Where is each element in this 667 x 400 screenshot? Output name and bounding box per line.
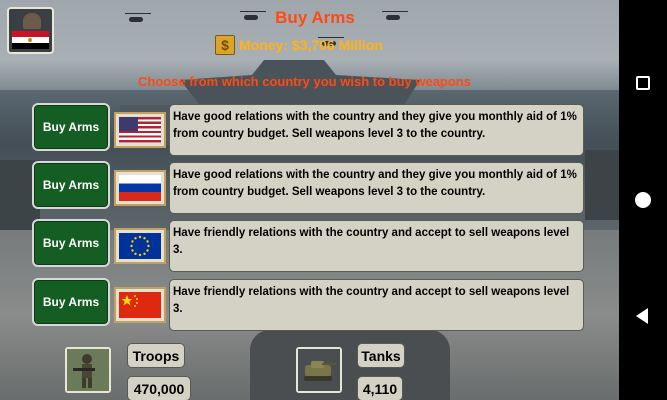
- buy-arms-button-russia[interactable]: Buy Arms: [32, 161, 110, 209]
- buy-arms-button-eu[interactable]: Buy Arms: [32, 219, 110, 267]
- flag-frame: [114, 112, 166, 148]
- egypt-flag-icon: [12, 31, 49, 49]
- offer-row-china: Buy Arms Have friendly relations with th…: [0, 278, 619, 332]
- page-title: Buy Arms: [275, 8, 355, 27]
- soldier-icon: [65, 347, 111, 393]
- troops-value: 470,000: [127, 376, 191, 400]
- game-screen: Buy Arms $ Money: $3,706 Million Choose …: [0, 0, 619, 400]
- money-display: $ Money: $3,706 Million: [215, 35, 383, 55]
- flag-frame: [114, 287, 166, 323]
- tanks-value: 4,110: [357, 376, 403, 400]
- recents-square-icon[interactable]: [633, 73, 653, 93]
- offer-row-russia: Buy Arms Have good relations with the co…: [0, 161, 619, 215]
- player-country-avatar[interactable]: [7, 7, 54, 54]
- background-tank-front: [250, 330, 450, 400]
- dollar-coin-icon: $: [215, 35, 235, 55]
- china-flag-icon: [119, 292, 161, 318]
- back-triangle-icon[interactable]: [633, 306, 653, 326]
- flag-frame: [114, 170, 166, 206]
- flag-frame: [114, 228, 166, 264]
- offer-description: Have good relations with the country and…: [169, 104, 584, 156]
- system-navigation-bar: [619, 0, 667, 400]
- offer-row-usa: Buy Arms Have good relations with the co…: [0, 103, 619, 157]
- instruction-text: Choose from which country you wish to bu…: [138, 74, 471, 89]
- tank-icon: [296, 347, 342, 393]
- leader-portrait-icon: [23, 13, 41, 29]
- russia-flag-icon: [119, 175, 161, 201]
- buy-arms-button-china[interactable]: Buy Arms: [32, 278, 110, 326]
- usa-flag-icon: [119, 117, 161, 143]
- eu-flag-icon: [119, 233, 161, 259]
- troops-label: Troops: [127, 343, 185, 368]
- offer-description: Have good relations with the country and…: [169, 162, 584, 214]
- offer-description: Have friendly relations with the country…: [169, 279, 584, 331]
- offer-description: Have friendly relations with the country…: [169, 220, 584, 272]
- home-circle-icon[interactable]: [633, 190, 653, 210]
- offer-row-eu: Buy Arms Have friendly relations with th…: [0, 219, 619, 273]
- money-text: Money: $3,706 Million: [239, 37, 383, 53]
- buy-arms-button-usa[interactable]: Buy Arms: [32, 103, 110, 151]
- tanks-label: Tanks: [357, 343, 405, 368]
- helicopter-icon: [125, 12, 151, 24]
